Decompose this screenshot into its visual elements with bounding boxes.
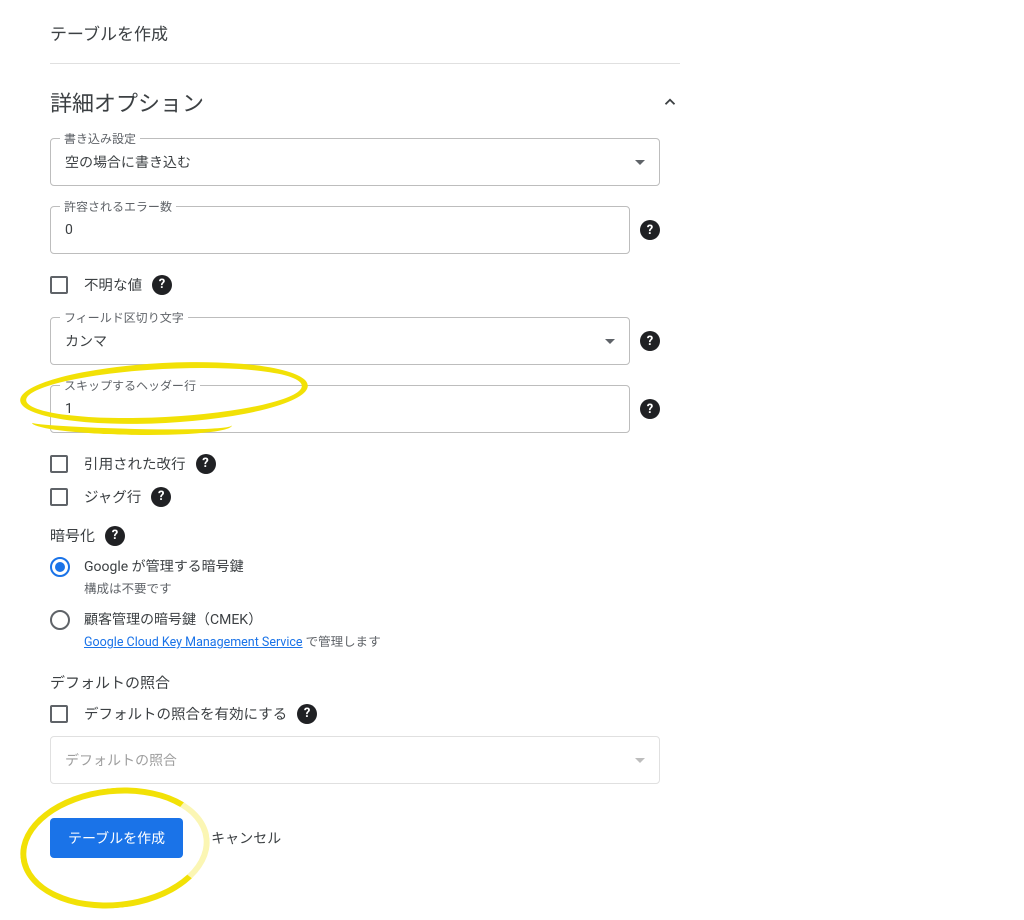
field-delimiter-value: カンマ bbox=[65, 331, 597, 351]
encryption-title-text: 暗号化 bbox=[50, 525, 95, 546]
dropdown-icon bbox=[635, 758, 645, 763]
header-rows-field: スキップするヘッダー行 ? bbox=[50, 385, 660, 433]
jagged-rows-row: ジャグ行 ? bbox=[50, 486, 680, 507]
collation-select: デフォルトの照合 bbox=[50, 736, 660, 784]
encryption-cmek-row: 顧客管理の暗号鍵（CMEK） Google Cloud Key Manageme… bbox=[50, 609, 680, 650]
field-delimiter-field: フィールド区切り文字 カンマ ? bbox=[50, 317, 660, 365]
encryption-cmek-suffix: で管理します bbox=[303, 635, 381, 650]
write-setting-value: 空の場合に書き込む bbox=[65, 152, 627, 172]
allowed-errors-input[interactable] bbox=[65, 222, 615, 238]
help-icon[interactable]: ? bbox=[196, 454, 216, 474]
collation-enable-row: デフォルトの照合を有効にする ? bbox=[50, 703, 680, 724]
unknown-values-checkbox[interactable] bbox=[50, 276, 68, 294]
dialog-title: テーブルを作成 bbox=[50, 20, 680, 64]
advanced-options-toggle[interactable]: 詳細オプション bbox=[50, 86, 680, 118]
kms-link[interactable]: Google Cloud Key Management Service bbox=[84, 635, 303, 650]
help-icon[interactable]: ? bbox=[151, 487, 171, 507]
encryption-cmek-label: 顧客管理の暗号鍵（CMEK） bbox=[84, 609, 381, 629]
jagged-rows-label: ジャグ行 bbox=[84, 486, 141, 507]
allowed-errors-field: 許容されるエラー数 ? bbox=[50, 206, 660, 254]
write-setting-label: 書き込み設定 bbox=[60, 130, 140, 147]
quoted-newlines-label: 引用された改行 bbox=[84, 453, 186, 474]
allowed-errors-label: 許容されるエラー数 bbox=[60, 198, 176, 215]
help-icon[interactable]: ? bbox=[297, 704, 317, 724]
encryption-google-row: Google が管理する暗号鍵 構成は不要です bbox=[50, 556, 680, 597]
encryption-cmek-desc: Google Cloud Key Management Service で管理し… bbox=[84, 631, 381, 650]
chevron-up-icon bbox=[660, 92, 680, 112]
encryption-google-desc: 構成は不要です bbox=[84, 578, 244, 597]
encryption-google-radio[interactable] bbox=[50, 557, 70, 577]
help-icon[interactable]: ? bbox=[640, 399, 660, 419]
collation-placeholder: デフォルトの照合 bbox=[65, 750, 635, 770]
collation-title: デフォルトの照合 bbox=[50, 672, 680, 693]
encryption-google-label: Google が管理する暗号鍵 bbox=[84, 556, 244, 576]
help-icon[interactable]: ? bbox=[152, 275, 172, 295]
dialog-footer: テーブルを作成 キャンセル bbox=[50, 818, 680, 858]
create-table-button[interactable]: テーブルを作成 bbox=[50, 818, 183, 858]
write-setting-select[interactable]: 空の場合に書き込む bbox=[50, 138, 660, 186]
header-rows-label: スキップするヘッダー行 bbox=[60, 377, 200, 394]
write-setting-field: 書き込み設定 空の場合に書き込む bbox=[50, 138, 660, 186]
unknown-values-row: 不明な値 ? bbox=[50, 274, 680, 295]
collation-enable-label: デフォルトの照合を有効にする bbox=[84, 703, 287, 724]
help-icon[interactable]: ? bbox=[105, 526, 125, 546]
dropdown-icon bbox=[635, 160, 645, 165]
jagged-rows-checkbox[interactable] bbox=[50, 488, 68, 506]
encryption-title: 暗号化 ? bbox=[50, 525, 680, 546]
help-icon[interactable]: ? bbox=[640, 331, 660, 351]
quoted-newlines-row: 引用された改行 ? bbox=[50, 453, 680, 474]
encryption-cmek-radio[interactable] bbox=[50, 610, 70, 630]
collation-enable-checkbox[interactable] bbox=[50, 705, 68, 723]
quoted-newlines-checkbox[interactable] bbox=[50, 455, 68, 473]
cancel-button[interactable]: キャンセル bbox=[211, 828, 281, 848]
help-icon[interactable]: ? bbox=[640, 220, 660, 240]
unknown-values-label: 不明な値 bbox=[84, 274, 142, 295]
field-delimiter-label: フィールド区切り文字 bbox=[60, 309, 188, 326]
header-rows-input[interactable] bbox=[65, 401, 615, 417]
advanced-options-title: 詳細オプション bbox=[50, 86, 204, 118]
dropdown-icon bbox=[605, 339, 615, 344]
